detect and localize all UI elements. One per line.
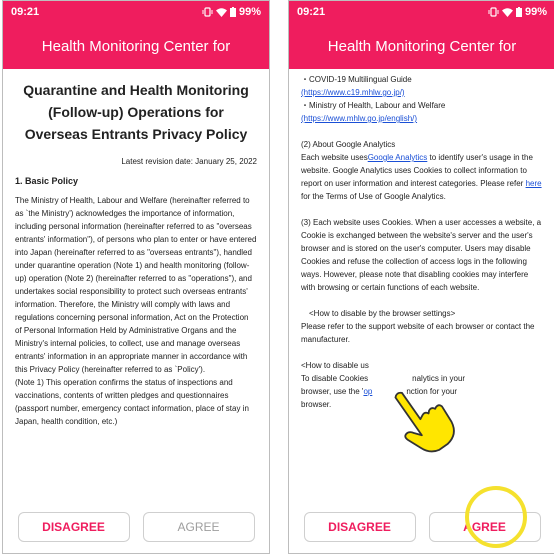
privacy-policy-content[interactable]: Quarantine and Health Monitoring (Follow… bbox=[3, 79, 269, 428]
ga-paragraph: Each website usesGoogle Analytics to ide… bbox=[301, 153, 542, 201]
disable-heading: <How to disable us bbox=[301, 361, 369, 370]
cookies-paragraph: (3) Each website uses Cookies. When a us… bbox=[301, 218, 542, 292]
wifi-icon bbox=[501, 7, 513, 17]
guide-link[interactable]: (https://www.c19.mhlw.go.jp/) bbox=[301, 88, 405, 97]
vibrate-icon bbox=[202, 7, 213, 17]
status-icons: 99% bbox=[488, 6, 547, 18]
status-time: 09:21 bbox=[11, 6, 40, 18]
wifi-icon bbox=[215, 7, 227, 17]
browser-settings-text: Please refer to the support website of e… bbox=[301, 322, 535, 344]
status-icons: 99% bbox=[202, 6, 261, 18]
terms-here-link[interactable]: here bbox=[526, 179, 542, 188]
section-heading: 1. Basic Policy bbox=[15, 176, 79, 186]
privacy-policy-content[interactable]: ・COVID-19 Multilingual Guide (https://ww… bbox=[289, 69, 554, 411]
app-title: Health Monitoring Center for bbox=[289, 23, 554, 69]
battery-icon bbox=[229, 7, 236, 17]
status-bar: 09:21 99% bbox=[289, 1, 554, 23]
battery-percent: 99% bbox=[524, 6, 547, 18]
app-title: Health Monitoring Center for bbox=[3, 23, 269, 69]
phone-screen-left: 09:21 99% Health Monitoring Center for Q… bbox=[2, 0, 270, 554]
button-bar: DISAGREE AGREE bbox=[3, 501, 269, 553]
status-time: 09:21 bbox=[297, 6, 326, 18]
ga-heading: (2) About Google Analytics bbox=[301, 140, 396, 149]
ministry-item: ・Ministry of Health, Labour and Welfare bbox=[301, 101, 446, 110]
disagree-button[interactable]: DISAGREE bbox=[303, 512, 416, 542]
policy-note: (Note 1) This operation confirms the sta… bbox=[15, 378, 249, 426]
ministry-link[interactable]: (https://www.mhlw.go.jp/english/) bbox=[301, 114, 417, 123]
policy-title: Quarantine and Health Monitoring (Follow… bbox=[23, 82, 249, 142]
browser-settings-heading: <How to disable by the browser settings> bbox=[309, 309, 456, 318]
battery-percent: 99% bbox=[238, 6, 261, 18]
agree-highlight-circle bbox=[465, 486, 527, 548]
battery-icon bbox=[515, 7, 522, 17]
phone-screen-right: 09:21 99% Health Monitoring Center for ・… bbox=[288, 0, 554, 554]
status-bar: 09:21 99% bbox=[3, 1, 269, 23]
google-analytics-link[interactable]: Google Analytics bbox=[368, 153, 428, 162]
revision-date: Latest revision date: January 25, 2022 bbox=[121, 157, 257, 166]
opt-out-link[interactable]: op bbox=[363, 387, 372, 396]
agree-button-disabled[interactable]: AGREE bbox=[142, 512, 255, 542]
pointing-hand-icon bbox=[394, 391, 455, 453]
vibrate-icon bbox=[488, 7, 499, 17]
policy-paragraph: The Ministry of Health, Labour and Welfa… bbox=[15, 196, 257, 374]
guide-item: ・COVID-19 Multilingual Guide bbox=[301, 75, 412, 84]
disagree-button[interactable]: DISAGREE bbox=[17, 512, 130, 542]
